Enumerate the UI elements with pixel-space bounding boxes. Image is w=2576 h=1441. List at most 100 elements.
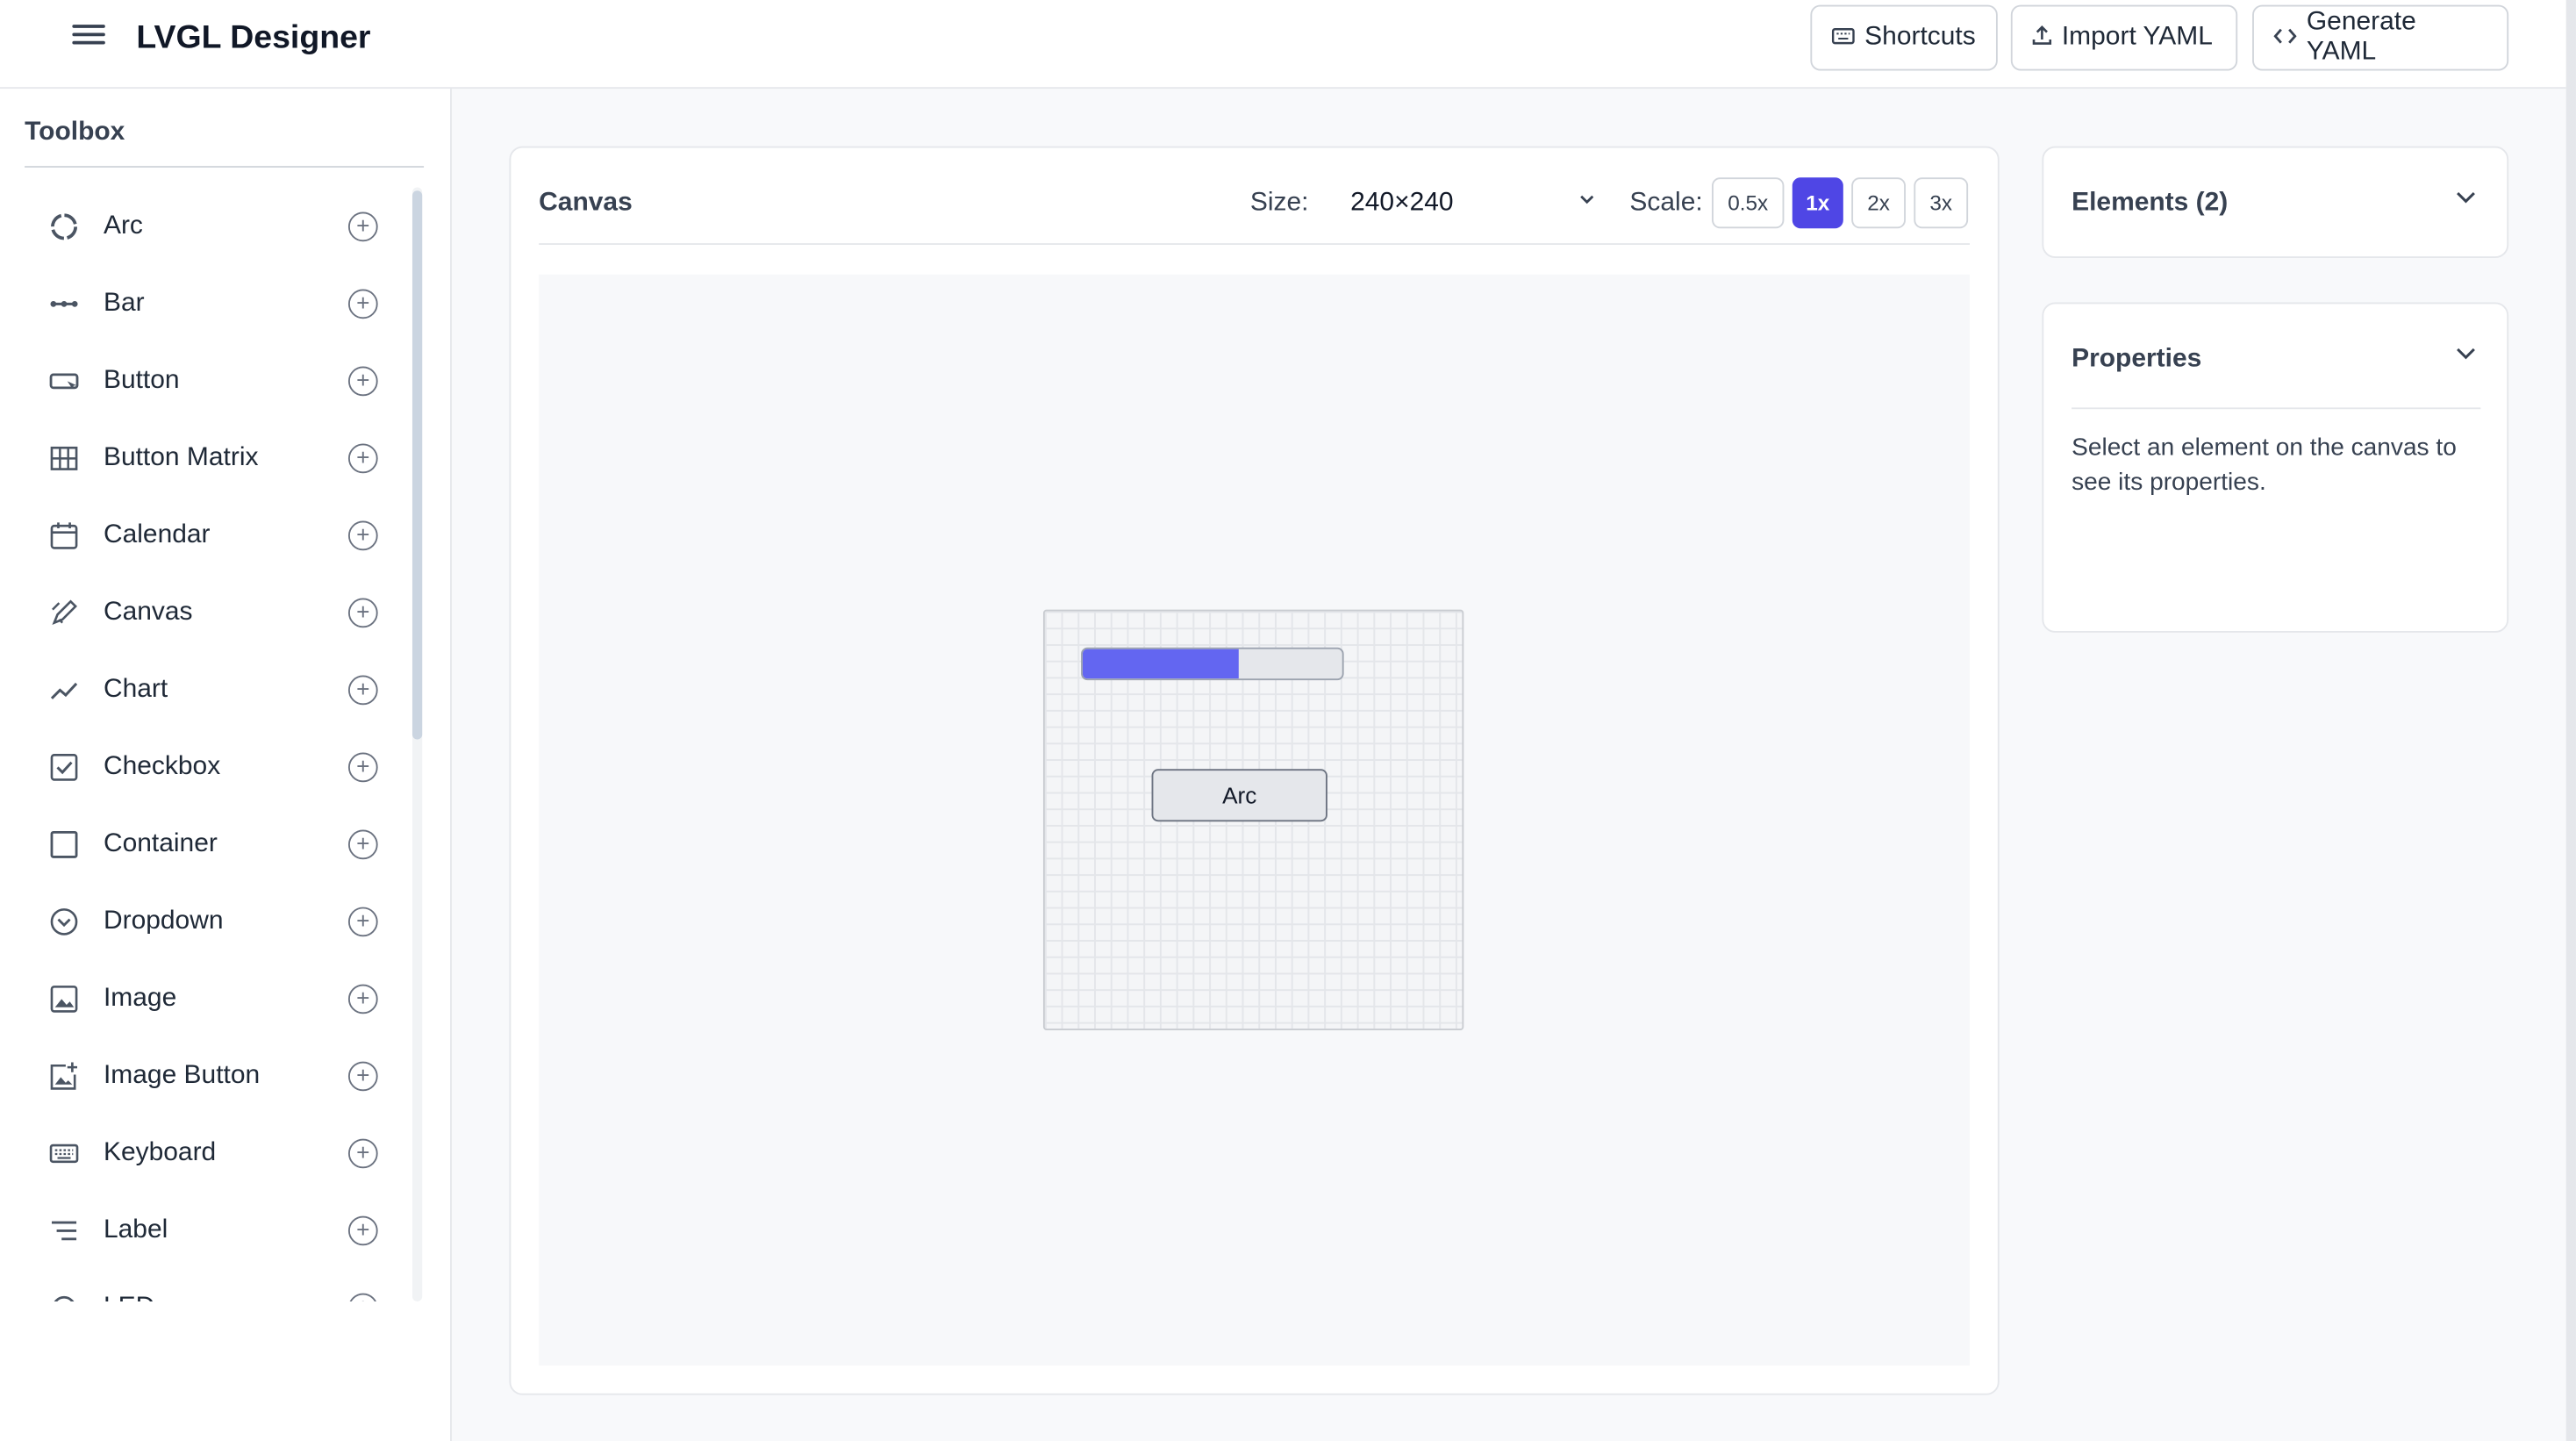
size-label: Size: [1249,189,1309,218]
toolbox-item-label: Chart [103,674,168,703]
toolbox-item-label: Bar [103,288,145,317]
scale-label: Scale: [1629,189,1703,218]
toolbox-item-led[interactable]: LED + [25,1268,405,1301]
import-yaml-label: Import YAML [2061,23,2213,52]
scale-0.5x-button[interactable]: 0.5x [1712,177,1785,229]
led-icon [47,1291,80,1301]
page-scrollbar[interactable] [2565,0,2576,1441]
toolbox-item-dropdown[interactable]: Dropdown + [25,882,405,959]
generate-yaml-label: Generate YAML [2306,8,2416,66]
arc-widget-button[interactable]: Arc [1151,769,1327,822]
device-screen[interactable]: Arc [1042,609,1464,1030]
dropdown-icon [47,905,80,937]
image-icon [47,982,80,1014]
square-icon [47,828,80,860]
toolbox-item-checkbox[interactable]: Checkbox + [25,728,405,805]
plus-icon[interactable]: + [347,288,378,319]
code-icon [2273,25,2297,50]
toolbox-title: Toolbox [25,118,125,147]
plus-icon[interactable]: + [347,828,378,859]
toolbox-scrollbar[interactable] [411,187,423,1301]
toolbox-item-label: Label [103,1215,168,1244]
scale-3x-button[interactable]: 3x [1914,177,1969,229]
size-select[interactable]: 240×240 [1324,176,1604,233]
scrollbar-thumb[interactable] [411,190,423,740]
size-value: 240×240 [1350,189,1454,218]
toolbox-item-button[interactable]: Button + [25,341,405,419]
plus-icon[interactable]: + [347,751,378,782]
plus-icon[interactable]: + [347,1215,378,1245]
plus-icon[interactable]: + [347,1060,378,1091]
divider [539,243,1971,245]
text-icon [47,1214,80,1246]
plus-icon[interactable]: + [347,442,378,473]
divider [2072,407,2481,410]
toolbox-item-label: Arc [103,211,143,240]
toolbox-item-label: Image [103,983,177,1012]
generate-yaml-button[interactable]: Generate YAML [2252,4,2509,71]
calendar-icon [47,519,80,551]
plus-icon[interactable]: + [347,1292,378,1301]
shortcuts-button[interactable]: Shortcuts [1810,4,1998,71]
divider [25,166,425,168]
plus-icon[interactable]: + [347,906,378,936]
chevron-down-icon[interactable] [2454,186,2477,209]
toolbox-item-label: Image Button [103,1060,261,1089]
arc-icon [47,210,80,242]
toolbox-item-container[interactable]: Container + [25,805,405,882]
toolbox-item-arc[interactable]: Arc + [25,187,405,264]
menu-icon[interactable] [69,19,109,52]
toolbox-item-image[interactable]: Image + [25,959,405,1036]
grid-icon [47,441,80,474]
plus-icon[interactable]: + [347,365,378,396]
elements-panel[interactable]: Elements (2) [2042,146,2509,258]
import-yaml-button[interactable]: Import YAML [2010,4,2238,71]
checkbox-icon [47,750,80,783]
toolbox-item-image-button[interactable]: Image Button + [25,1036,405,1114]
chart-icon [47,673,80,706]
plus-icon[interactable]: + [347,1137,378,1168]
brush-icon [47,596,80,628]
scale-2x-button[interactable]: 2x [1851,177,1906,229]
toolbox-list[interactable]: Arc + Bar + Button + Button Matrix + Cal… [25,187,405,1301]
bar-fill [1082,649,1239,679]
plus-icon[interactable]: + [347,520,378,550]
toolbox-item-label: Keyboard [103,1137,217,1166]
canvas-panel: Canvas Size: 240×240 Scale: 0.5x 1x 2x 3… [509,146,2000,1395]
toolbox-item-label[interactable]: Label + [25,1191,405,1268]
upload-icon [2032,25,2052,51]
scale-1x-button[interactable]: 1x [1792,177,1843,229]
chevron-down-icon[interactable] [2454,341,2477,364]
properties-title: Properties [2072,345,2202,374]
bar-widget[interactable] [1081,647,1344,681]
canvas-title: Canvas [539,189,633,218]
toolbox-item-canvas[interactable]: Canvas + [25,573,405,650]
bar-icon [47,287,80,319]
toolbox-item-label: Button [103,365,180,394]
toolbox-item-label: Calendar [103,520,211,548]
plus-icon[interactable]: + [347,674,378,705]
toolbox-item-bar[interactable]: Bar + [25,264,405,341]
image-plus-icon [47,1059,80,1092]
keyboard-icon [47,1136,80,1169]
plus-icon[interactable]: + [347,597,378,627]
toolbox-item-label: Button Matrix [103,442,259,471]
toolbox-item-label: LED [104,1293,154,1301]
toolbox-item-label: Container [103,828,218,857]
plus-icon[interactable]: + [347,211,378,241]
canvas-workspace[interactable]: Arc [539,274,1971,1366]
toolbox-item-calendar[interactable]: Calendar + [25,496,405,573]
shortcuts-label: Shortcuts [1864,23,1976,52]
keyboard-icon [1831,25,1855,50]
app-header: LVGL Designer Shortcuts Import YAML Gene… [0,0,2566,90]
toolbox-item-label: Canvas [103,597,193,626]
plus-icon[interactable]: + [347,983,378,1014]
app-title: LVGL Designer [136,19,371,56]
toolbox-item-button-matrix[interactable]: Button Matrix + [25,419,405,496]
toolbox-item-keyboard[interactable]: Keyboard + [25,1114,405,1191]
elements-title: Elements (2) [2072,189,2229,218]
chevron-down-icon [1578,189,1597,213]
toolbox-item-label: Checkbox [103,751,221,780]
properties-panel: Properties Select an element on the canv… [2042,302,2509,633]
toolbox-item-chart[interactable]: Chart + [25,650,405,728]
